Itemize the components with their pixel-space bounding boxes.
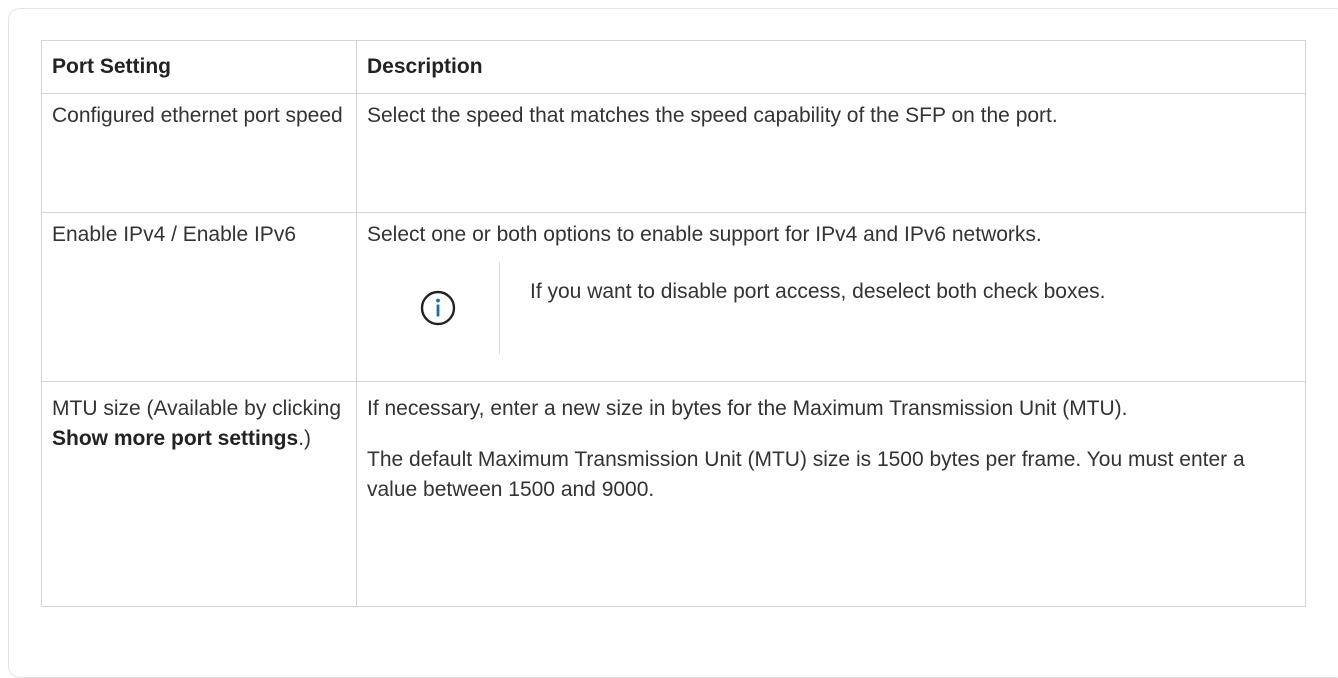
table-row: Configured ethernet port speed Select th… <box>41 93 1306 213</box>
note-icon-cell <box>377 262 500 354</box>
description-text: Select one or both options to enable sup… <box>367 223 1042 246</box>
show-more-port-settings-label: Show more port settings <box>52 427 299 450</box>
setting-text-suffix: .) <box>298 427 312 450</box>
column-header-description: Description <box>356 40 1306 94</box>
setting-cell: MTU size (Available by clicking Show mor… <box>41 381 357 607</box>
setting-text: MTU size (Available by clicking <box>52 397 342 420</box>
info-icon <box>420 290 456 326</box>
description-text-2: The default Maximum Transmission Unit (M… <box>367 448 1245 501</box>
description-cell: Select the speed that matches the speed … <box>356 93 1306 213</box>
note-text: If you want to disable port access, dese… <box>530 280 1106 303</box>
column-header-port-setting: Port Setting <box>41 40 357 94</box>
setting-cell: Configured ethernet port speed <box>41 93 357 213</box>
description-cell: If necessary, enter a new size in bytes … <box>356 381 1306 607</box>
description-cell: Select one or both options to enable sup… <box>356 212 1306 382</box>
note-admonition: If you want to disable port access, dese… <box>367 262 1295 354</box>
table-row: Enable IPv4 / Enable IPv6 Select one or … <box>41 212 1306 382</box>
port-settings-table: Port Setting Description Configured ethe… <box>41 40 1306 607</box>
table-header-row: Port Setting Description <box>41 40 1306 94</box>
table-row: MTU size (Available by clicking Show mor… <box>41 381 1306 607</box>
description-text: If necessary, enter a new size in bytes … <box>367 397 1128 420</box>
setting-cell: Enable IPv4 / Enable IPv6 <box>41 212 357 382</box>
